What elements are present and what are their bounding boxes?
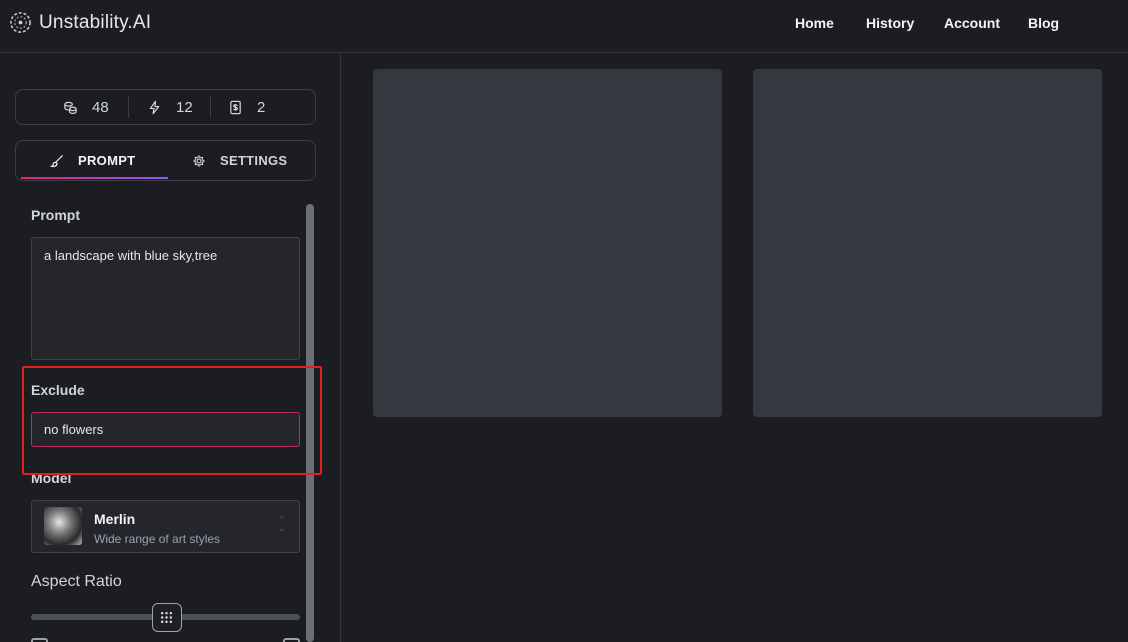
stat-bolt: 12 [147, 99, 193, 116]
coins-icon [64, 101, 77, 114]
image-placeholder [753, 69, 1102, 417]
aspect-ratio-label: Aspect Ratio [31, 573, 122, 590]
nav-history[interactable]: History [866, 15, 914, 31]
stat-coins: 48 [63, 99, 109, 116]
brush-icon [50, 154, 63, 167]
sidebar-scrollbar[interactable] [306, 204, 314, 642]
exclude-label: Exclude [31, 382, 85, 398]
credit-stats: 48 12 2 [15, 89, 316, 125]
aspect-ratio-slider-handle[interactable] [151, 603, 182, 632]
prompt-textarea[interactable]: a landscape with blue sky,tree [31, 237, 300, 360]
grip-icon [160, 611, 173, 624]
sidebar: 48 12 2 PROMPT SETTINGS Prompt a landsca… [0, 54, 341, 642]
landscape-ratio-icon [283, 638, 300, 642]
model-thumbnail [44, 507, 82, 545]
tab-bar: PROMPT SETTINGS [15, 140, 316, 181]
image-placeholder [373, 69, 722, 417]
model-name: Merlin [94, 511, 136, 527]
nav-account[interactable]: Account [944, 15, 1000, 31]
bolt-icon [149, 100, 160, 114]
model-description: Wide range of art styles [94, 532, 221, 546]
stat-coins-value: 48 [92, 98, 109, 116]
active-tab-indicator [21, 177, 168, 179]
stat-bolt-value: 12 [176, 98, 193, 116]
nav-home[interactable]: Home [795, 15, 834, 31]
tab-prompt-label: PROMPT [78, 153, 136, 168]
tab-settings-label: SETTINGS [220, 153, 288, 168]
chevron-updown-icon: ⌃ ⌄ [277, 515, 286, 534]
nav-blog[interactable]: Blog [1028, 15, 1059, 31]
model-label: Model [31, 470, 72, 486]
divider [210, 96, 211, 118]
gear-icon [193, 154, 205, 167]
prompt-label: Prompt [31, 207, 80, 223]
app-title: Unstability.AI [39, 11, 152, 33]
logo[interactable]: Unstability.AI [9, 11, 151, 34]
stat-receipt-value: 2 [257, 98, 266, 116]
tab-prompt[interactable]: PROMPT [50, 141, 135, 180]
portrait-ratio-icon [31, 638, 48, 642]
stat-receipt: 2 [228, 99, 265, 116]
model-select[interactable]: Merlin Wide range of art styles ⌃ ⌄ [31, 500, 300, 553]
divider [128, 96, 129, 118]
logo-icon [10, 12, 31, 33]
exclude-input[interactable]: no flowers [31, 412, 300, 447]
tab-settings[interactable]: SETTINGS [192, 141, 287, 180]
top-bar: Unstability.AI Home History Account Blog [0, 0, 1128, 53]
receipt-icon [230, 100, 241, 114]
